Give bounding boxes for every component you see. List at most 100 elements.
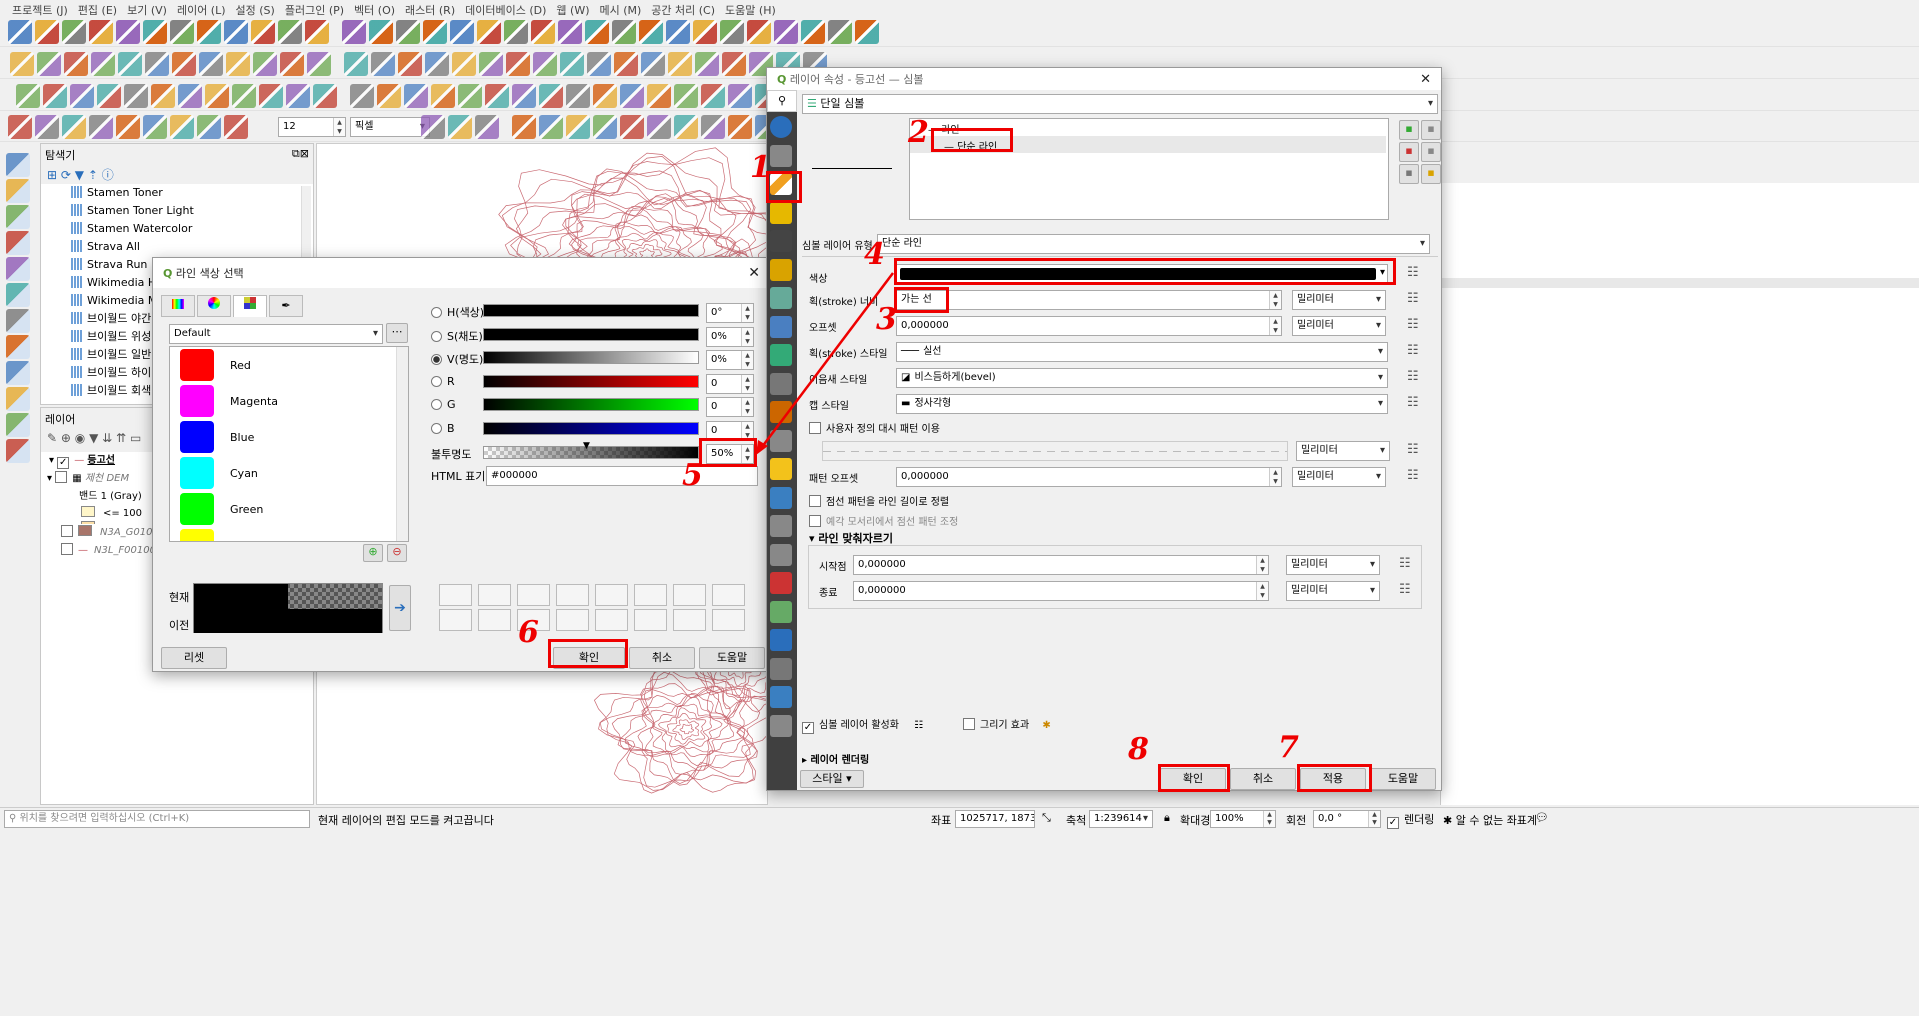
data-defined-icon[interactable]: ☷ (914, 720, 923, 731)
filter-legend-icon[interactable]: ▼ (89, 431, 98, 445)
new-icon[interactable] (479, 52, 503, 76)
layer-visibility-checkbox[interactable] (61, 543, 73, 555)
layout-icon[interactable] (512, 84, 536, 108)
zoom-icon[interactable] (641, 52, 665, 76)
channel-input[interactable]: 0° ▲ ▼ (706, 303, 754, 323)
label-icon[interactable] (504, 20, 528, 44)
stroke-style-combo[interactable]: ─── 실선 (896, 342, 1388, 362)
color-list-item[interactable]: Magenta (170, 383, 408, 419)
size-input[interactable]: 12 ▲ ▼ (278, 117, 346, 137)
3d-view-icon[interactable] (770, 258, 792, 281)
select-icon[interactable] (145, 52, 169, 76)
swap-arrow-button[interactable]: ➔ (389, 585, 411, 631)
color-dropdown-icon[interactable]: ▾ (1380, 267, 1385, 278)
tree-item-line[interactable]: — 라인 (910, 119, 1388, 136)
joins-icon[interactable] (770, 372, 792, 395)
print-icon[interactable] (566, 115, 590, 139)
menu-item[interactable]: 공간 처리 (C) (647, 0, 721, 17)
attribute-table-icon[interactable] (674, 84, 698, 108)
data-defined-override-icon[interactable]: ☷ (1407, 442, 1419, 457)
open-icon[interactable] (35, 20, 59, 44)
add-mesh-icon[interactable] (6, 205, 30, 229)
messages-icon[interactable]: 💬︎ (1535, 811, 1549, 824)
menu-item[interactable]: 레이어 (L) (173, 0, 232, 17)
coordinate-input[interactable]: 1025717, 1873730 (955, 810, 1035, 828)
add-arcgis-icon[interactable] (6, 413, 30, 437)
edit-icon[interactable] (423, 20, 447, 44)
data-defined-override-icon[interactable]: ☷ (1407, 395, 1419, 410)
remove-color-button[interactable]: ⊖ (387, 544, 407, 562)
statistics-icon[interactable] (151, 84, 175, 108)
print-icon[interactable] (560, 52, 584, 76)
legend-icon[interactable] (770, 657, 792, 680)
annotation-icon[interactable] (728, 84, 752, 108)
node-icon[interactable] (224, 115, 248, 139)
menu-item[interactable]: 플러그인 (P) (281, 0, 350, 17)
data-defined-override-icon[interactable]: ☷ (1407, 468, 1419, 483)
identify-icon[interactable] (43, 84, 67, 108)
metadata-icon[interactable] (770, 600, 792, 623)
new-icon[interactable] (558, 20, 582, 44)
snap-icon[interactable] (452, 52, 476, 76)
attribute-table-icon[interactable] (35, 115, 59, 139)
tab-color-ramp[interactable] (161, 295, 195, 317)
channel-radio[interactable]: R (431, 375, 455, 388)
new-layer-icon[interactable] (6, 439, 30, 463)
masks-icon[interactable] (770, 230, 792, 252)
props-ok-button[interactable]: 확인 (1160, 768, 1226, 790)
color-list-item[interactable]: Red (170, 347, 408, 383)
html-color-input[interactable]: #000000 (486, 466, 758, 486)
save-icon[interactable] (62, 20, 86, 44)
color-ok-button[interactable]: 확인 (553, 647, 625, 669)
node-icon[interactable] (477, 20, 501, 44)
custom-color-slot[interactable] (673, 584, 706, 606)
layer-rendering-section[interactable]: ▸ 레이어 렌더링 (802, 751, 869, 766)
props-apply-button[interactable]: 적용 (1300, 768, 1366, 790)
new-icon[interactable] (404, 84, 428, 108)
temporal-icon[interactable] (770, 515, 792, 537)
statistics-icon[interactable] (855, 20, 879, 44)
channel-radio[interactable]: G (431, 398, 456, 411)
add-raster-icon[interactable] (6, 179, 30, 203)
plugin-icon[interactable] (116, 115, 140, 139)
measure-icon[interactable] (728, 115, 752, 139)
statistics-icon[interactable] (305, 20, 329, 44)
select-icon[interactable] (620, 84, 644, 108)
pan-icon[interactable] (539, 84, 563, 108)
layout-icon[interactable] (37, 52, 61, 76)
expand-arrow-icon[interactable]: ▾ (49, 455, 54, 466)
trim-section[interactable]: ▾ 라인 맞춰자르기 (809, 530, 893, 546)
rotation-input[interactable]: 0,0 ° ▲ ▼ (1313, 810, 1381, 828)
channel-input[interactable]: 0 ▲ ▼ (706, 420, 754, 441)
cap-style-combo[interactable]: ▬ 정사각형 (896, 394, 1388, 414)
unit-combo[interactable]: 픽셀 (350, 117, 430, 137)
channel-radio[interactable]: B (431, 422, 455, 435)
custom-color-slot[interactable] (556, 609, 589, 631)
measure-icon[interactable] (172, 52, 196, 76)
layer-visibility-checkbox[interactable] (55, 471, 68, 483)
label-icon[interactable] (350, 84, 374, 108)
browser-item[interactable]: Stamen Toner (71, 184, 313, 202)
custom-color-slot[interactable] (634, 584, 667, 606)
digitize-icon[interactable] (286, 84, 310, 108)
edit-icon[interactable] (170, 115, 194, 139)
layout-icon[interactable] (116, 20, 140, 44)
menu-item[interactable]: 데이터베이스 (D) (461, 0, 552, 17)
channel-slider[interactable] (483, 327, 699, 341)
plugin-icon[interactable] (369, 20, 393, 44)
statistics-icon[interactable] (226, 52, 250, 76)
add-vector-icon[interactable] (6, 153, 30, 177)
channel-input[interactable]: 0 ▲ ▼ (706, 397, 754, 417)
offset-input[interactable]: 0,000000 ▲ ▼ (896, 316, 1282, 336)
layout-icon[interactable] (587, 52, 611, 76)
custom-color-slot[interactable] (478, 584, 511, 606)
channel-slider[interactable] (483, 304, 699, 317)
draw-effects[interactable]: 그리기 효과 ✱ (963, 716, 1051, 731)
pan-icon[interactable] (620, 115, 644, 139)
identify-icon[interactable] (747, 20, 771, 44)
custom-color-slot[interactable] (712, 584, 745, 606)
stroke-width-unit-combo[interactable]: 밀리미터 (1292, 290, 1386, 310)
zoom-icon[interactable] (91, 52, 115, 76)
menu-item[interactable]: 도움말 (H) (721, 0, 782, 17)
source-icon[interactable] (770, 144, 792, 167)
